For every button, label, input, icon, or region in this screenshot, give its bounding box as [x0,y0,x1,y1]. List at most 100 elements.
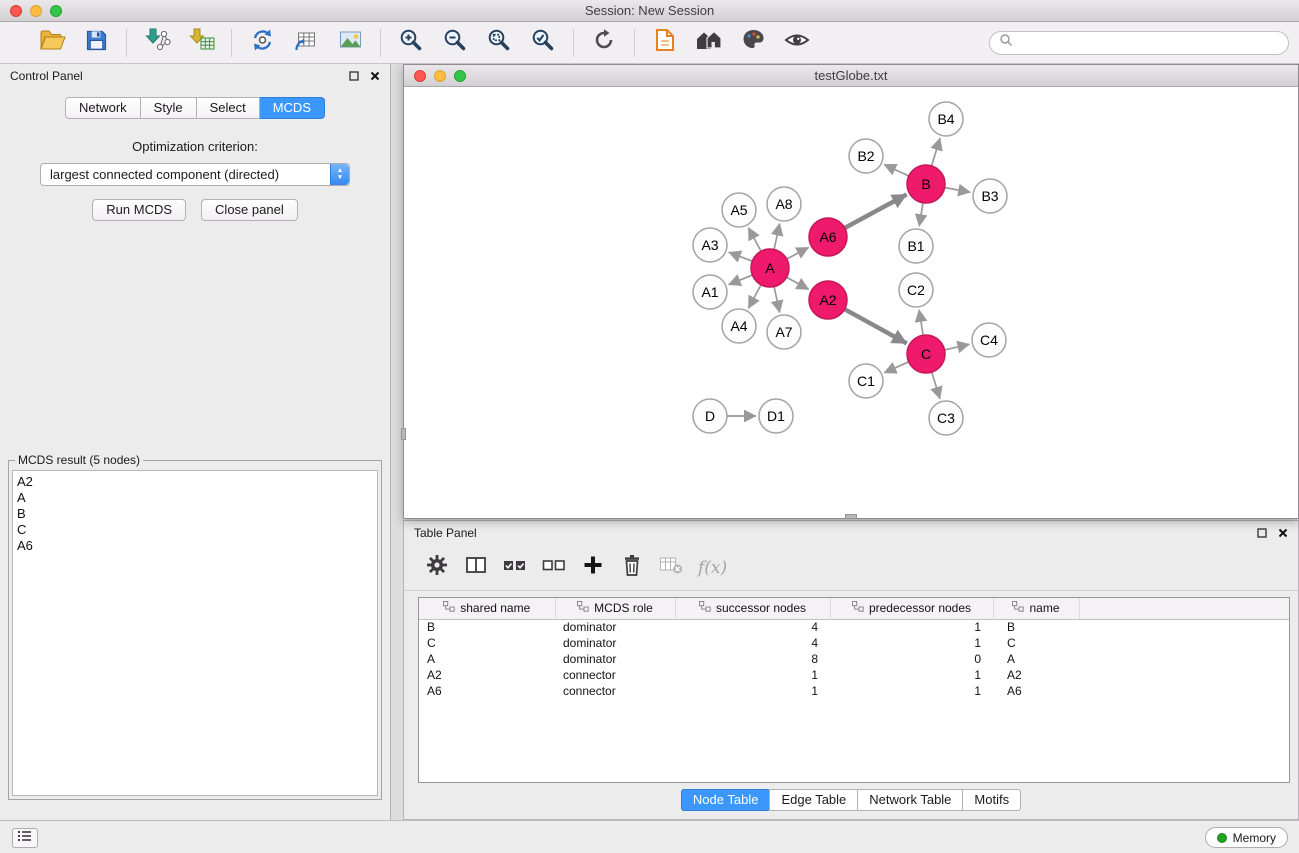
network-node-B4[interactable]: B4 [929,102,963,136]
float-panel-icon[interactable] [349,71,359,81]
splitter-grip[interactable] [845,514,857,519]
network-node-C3[interactable]: C3 [929,401,963,435]
select-all-button[interactable] [502,555,528,581]
show-graphics-details-button[interactable] [775,26,819,60]
mcds-result-item[interactable]: A6 [17,538,373,554]
load-table-button[interactable] [284,26,328,60]
network-canvas[interactable]: B4B2BB3A5A8A6A3B1AC2A1A2A4A7C4CC1DD1C3 [404,87,1298,518]
tab-mcds[interactable]: MCDS [260,97,325,119]
close-panel-icon[interactable] [370,71,380,81]
close-panel-button[interactable]: Close panel [201,199,298,221]
network-edge-C-C4[interactable] [945,344,970,350]
mcds-result-item[interactable]: B [17,506,373,522]
column-header-predecessor-nodes[interactable]: predecessor nodes [830,598,993,619]
network-window-titlebar[interactable]: testGlobe.txt [404,65,1298,87]
save-session-button[interactable] [74,26,118,60]
tab-style[interactable]: Style [141,97,197,119]
network-node-A[interactable]: A [751,249,789,287]
import-network-from-file-button[interactable] [135,26,179,60]
mcds-result-item[interactable]: A [17,490,373,506]
delete-row-button[interactable] [619,555,645,581]
network-edge-A-A2[interactable] [787,277,809,289]
network-edge-C-C1[interactable] [884,362,909,373]
network-node-A1[interactable]: A1 [693,275,727,309]
task-history-button[interactable] [12,828,38,848]
network-node-D[interactable]: D [693,399,727,433]
network-edge-A-A1[interactable] [729,275,753,285]
table-row[interactable]: A6connector11A6 [419,683,1289,699]
network-node-A3[interactable]: A3 [693,228,727,262]
search-box[interactable] [989,31,1289,55]
network-graph[interactable]: B4B2BB3A5A8A6A3B1AC2A1A2A4A7C4CC1DD1C3 [404,87,1298,518]
column-header-name[interactable]: name [993,598,1079,619]
network-node-A2[interactable]: A2 [809,281,847,319]
network-edge-A-A7[interactable] [774,287,780,313]
network-edge-A-A6[interactable] [787,247,809,259]
network-node-C1[interactable]: C1 [849,364,883,398]
zoom-fit-button[interactable] [477,26,521,60]
network-edge-B-B1[interactable] [919,203,923,227]
mcds-result-item[interactable]: C [17,522,373,538]
minimize-window-button[interactable] [30,5,42,17]
table-row[interactable]: A2connector11A2 [419,667,1289,683]
splitter-grip[interactable] [401,428,406,440]
network-node-C4[interactable]: C4 [972,323,1006,357]
tab-motifs[interactable]: Motifs [962,789,1021,811]
table-row[interactable]: Bdominator41B [419,619,1289,635]
network-node-A4[interactable]: A4 [722,309,756,343]
network-zoom-button[interactable] [454,70,466,82]
run-mcds-button[interactable]: Run MCDS [92,199,186,221]
column-header-shared-name[interactable]: shared name [419,598,555,619]
zoom-selected-button[interactable] [521,26,565,60]
mcds-result-list[interactable]: A2ABCA6 [12,470,378,796]
network-node-B[interactable]: B [907,165,945,203]
network-node-B2[interactable]: B2 [849,139,883,173]
network-node-A6[interactable]: A6 [809,218,847,256]
show-columns-button[interactable] [463,555,489,581]
table-row[interactable]: Adominator80A [419,651,1289,667]
add-row-button[interactable] [580,555,606,581]
network-close-button[interactable] [414,70,426,82]
tab-select[interactable]: Select [197,97,260,119]
network-node-A5[interactable]: A5 [722,193,756,227]
column-header-mcds-role[interactable]: MCDS role [555,598,675,619]
load-network-button[interactable] [240,26,284,60]
network-node-C2[interactable]: C2 [899,273,933,307]
deselect-all-button[interactable] [541,555,567,581]
tab-network-table[interactable]: Network Table [857,789,963,811]
network-node-B1[interactable]: B1 [899,229,933,263]
network-node-A8[interactable]: A8 [767,187,801,221]
float-panel-icon[interactable] [1257,528,1267,538]
network-node-A7[interactable]: A7 [767,315,801,349]
network-edge-A2-C[interactable] [845,309,907,343]
mcds-result-item[interactable]: A2 [17,474,373,490]
open-session-button[interactable] [30,26,74,60]
criterion-dropdown[interactable]: largest connected component (directed) ▲… [40,163,350,186]
tab-node-table[interactable]: Node Table [681,789,771,811]
settings-button[interactable] [424,555,450,581]
network-edge-B-B4[interactable] [932,138,941,166]
export-image-button[interactable] [328,26,372,60]
network-edge-A-A5[interactable] [748,228,761,252]
tab-network[interactable]: Network [65,97,141,119]
network-node-C[interactable]: C [907,335,945,373]
close-window-button[interactable] [10,5,22,17]
first-neighbors-button[interactable] [643,26,687,60]
column-header-successor-nodes[interactable]: successor nodes [675,598,830,619]
memory-button[interactable]: Memory [1205,827,1288,848]
close-panel-icon[interactable] [1278,528,1288,538]
zoom-window-button[interactable] [50,5,62,17]
apply-layout-button[interactable] [582,26,626,60]
zoom-in-button[interactable] [389,26,433,60]
network-edge-B-B3[interactable] [945,188,971,193]
network-edge-A-A4[interactable] [748,285,761,309]
network-edge-A-A3[interactable] [729,252,753,261]
search-input[interactable] [1018,36,1279,50]
network-node-B3[interactable]: B3 [973,179,1007,213]
table-row[interactable]: Cdominator41C [419,635,1289,651]
tab-edge-table[interactable]: Edge Table [769,789,858,811]
network-overview-button[interactable] [687,26,731,60]
network-edge-A-A8[interactable] [774,224,780,250]
import-table-from-file-button[interactable] [179,26,223,60]
zoom-out-button[interactable] [433,26,477,60]
